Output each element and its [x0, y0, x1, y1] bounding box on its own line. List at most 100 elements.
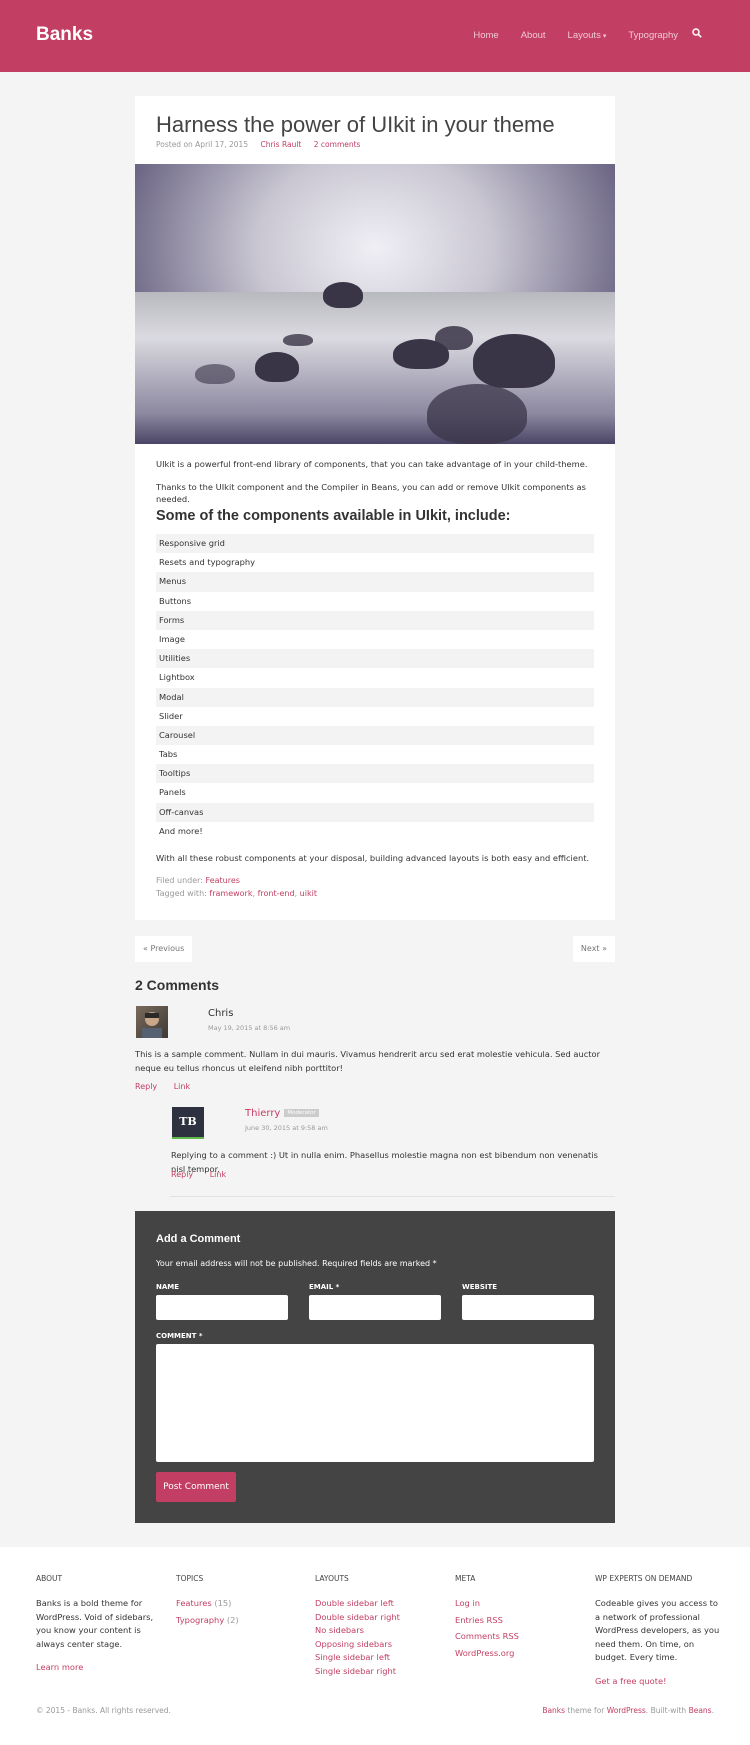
post-comment-button[interactable]: Post Comment: [156, 1472, 236, 1502]
list-item: Off-canvas: [156, 802, 594, 822]
avatar: TB: [172, 1107, 204, 1139]
footer-text: Codeable gives you access to a network o…: [595, 1598, 720, 1662]
credit-text: .: [711, 1706, 714, 1715]
form-title: Add a Comment: [156, 1233, 241, 1245]
post-categories: Filed under: Features: [156, 876, 240, 885]
post-subheading: Some of the components available in UIki…: [156, 508, 511, 524]
site-logo[interactable]: Banks: [36, 24, 93, 46]
reply-link[interactable]: Reply: [171, 1170, 193, 1179]
post-title: Harness the power of UIkit in your theme: [156, 112, 555, 137]
image-rock: [473, 334, 555, 388]
nav-about[interactable]: About: [521, 30, 546, 41]
category-link[interactable]: Features: [206, 876, 240, 885]
post-date: Posted on April 17, 2015: [156, 140, 249, 149]
comment-textarea[interactable]: [156, 1344, 594, 1462]
post-tags: Tagged with: framework, front-end, uikit: [156, 889, 317, 898]
website-field[interactable]: [462, 1295, 594, 1320]
divider: [170, 1196, 615, 1197]
post-paragraph: With all these robust components at your…: [156, 853, 590, 863]
footer-credit: Banks theme for WordPress. Built-with Be…: [542, 1706, 714, 1715]
moderator-badge: Moderator: [284, 1109, 319, 1117]
topic-item: Features (15): [176, 1597, 301, 1611]
post-comments-link[interactable]: 2 comments: [314, 140, 361, 149]
tag-link[interactable]: framework: [209, 889, 252, 898]
list-item: Tooltips: [156, 764, 594, 784]
topic-link[interactable]: Features: [176, 1598, 212, 1608]
nav-layouts-label: Layouts: [567, 30, 601, 41]
image-rock: [195, 364, 235, 384]
comment-permalink[interactable]: Link: [174, 1082, 190, 1091]
comment-text: This is a sample comment. Nullam in dui …: [135, 1049, 601, 1073]
credit-beans-link[interactable]: Beans: [689, 1706, 712, 1715]
credit-banks-link[interactable]: Banks: [542, 1706, 565, 1715]
list-item: Buttons: [159, 595, 192, 606]
comment-form: Add a Comment Your email address will no…: [135, 1211, 615, 1523]
layout-link[interactable]: Double sidebar left: [315, 1597, 440, 1611]
credit-text: . Built-with: [645, 1706, 689, 1715]
form-note: Your email address will not be published…: [156, 1259, 437, 1268]
list-item: Resets and typography: [159, 557, 256, 568]
nav-typography[interactable]: Typography: [628, 30, 678, 41]
free-quote-link[interactable]: Get a free quote!: [595, 1675, 720, 1689]
layout-link[interactable]: Single sidebar left: [315, 1651, 440, 1665]
topic-link[interactable]: Typography: [176, 1615, 224, 1625]
tag-link[interactable]: uikit: [300, 889, 317, 898]
meta-link[interactable]: Comments RSS: [455, 1630, 580, 1644]
comment-permalink[interactable]: Link: [210, 1170, 226, 1179]
list-item: Image: [159, 633, 185, 644]
list-item: Panels: [159, 787, 186, 798]
learn-more-link[interactable]: Learn more: [36, 1661, 161, 1675]
site-footer: ABOUT Banks is a bold theme for WordPres…: [0, 1547, 750, 1745]
list-item: And more!: [159, 825, 203, 836]
footer-heading: TOPICS: [176, 1574, 204, 1583]
list-item: Utilities: [156, 649, 594, 669]
image-rock: [283, 334, 313, 346]
email-label: EMAIL *: [309, 1283, 340, 1291]
layout-link[interactable]: Single sidebar right: [315, 1665, 440, 1679]
footer-text: Banks is a bold theme for WordPress. Voi…: [36, 1598, 154, 1649]
layout-link[interactable]: No sidebars: [315, 1624, 440, 1638]
comment-author: Chris: [208, 1008, 234, 1019]
layout-link[interactable]: Opposing sidebars: [315, 1638, 440, 1652]
image-rock: [393, 339, 449, 369]
list-item: Modal: [156, 687, 594, 707]
tag-link[interactable]: front-end: [258, 889, 295, 898]
meta-link[interactable]: WordPress.org: [455, 1647, 580, 1661]
previous-post-button[interactable]: « Previous: [135, 936, 193, 962]
user-avatar-icon: [142, 1012, 162, 1038]
chevron-down-icon: ▾: [602, 33, 607, 40]
comment-label: COMMENT *: [156, 1332, 203, 1340]
copyright: © 2015 - Banks. All rights reserved.: [36, 1706, 171, 1715]
list-item: Menus: [156, 572, 594, 592]
nav-layouts[interactable]: Layouts ▾: [568, 30, 607, 41]
topic-item: Typography (2): [176, 1614, 301, 1628]
main-nav: Home About Layouts ▾ Typography: [451, 30, 678, 41]
topic-count: (2): [226, 1614, 239, 1625]
meta-link[interactable]: Log in: [455, 1597, 580, 1611]
nav-home[interactable]: Home: [473, 30, 498, 41]
post-meta: Posted on April 17, 2015 Chris Rault 2 c…: [156, 140, 360, 149]
topic-count: (15): [214, 1598, 232, 1608]
comment-actions: Reply Link: [171, 1170, 240, 1179]
layout-link[interactable]: Double sidebar right: [315, 1611, 440, 1625]
footer-heading: META: [455, 1574, 476, 1583]
components-list: Responsive grid Resets and typography Me…: [156, 534, 594, 841]
image-rock: [427, 384, 527, 444]
email-field[interactable]: [309, 1295, 441, 1320]
list-item: Carousel: [156, 725, 594, 746]
post-author-link[interactable]: Chris Rault: [261, 140, 302, 149]
name-field[interactable]: [156, 1295, 288, 1320]
reply-link[interactable]: Reply: [135, 1082, 157, 1091]
list-item: Lightbox: [159, 672, 195, 683]
credit-wordpress-link[interactable]: WordPress: [607, 1706, 646, 1715]
footer-heading: LAYOUTS: [315, 1574, 349, 1583]
next-post-button[interactable]: Next »: [572, 936, 615, 962]
search-icon[interactable]: [692, 28, 702, 41]
comment-author[interactable]: Thierry Moderator: [245, 1108, 319, 1119]
credit-text: theme for: [565, 1706, 607, 1715]
footer-about: ABOUT Banks is a bold theme for WordPres…: [36, 1574, 161, 1675]
meta-link[interactable]: Entries RSS: [455, 1614, 580, 1628]
footer-topics: TOPICS Features (15) Typography (2): [176, 1574, 301, 1627]
footer-heading: ABOUT: [36, 1574, 63, 1583]
comment-date: June 30, 2015 at 9:58 am: [245, 1124, 328, 1132]
